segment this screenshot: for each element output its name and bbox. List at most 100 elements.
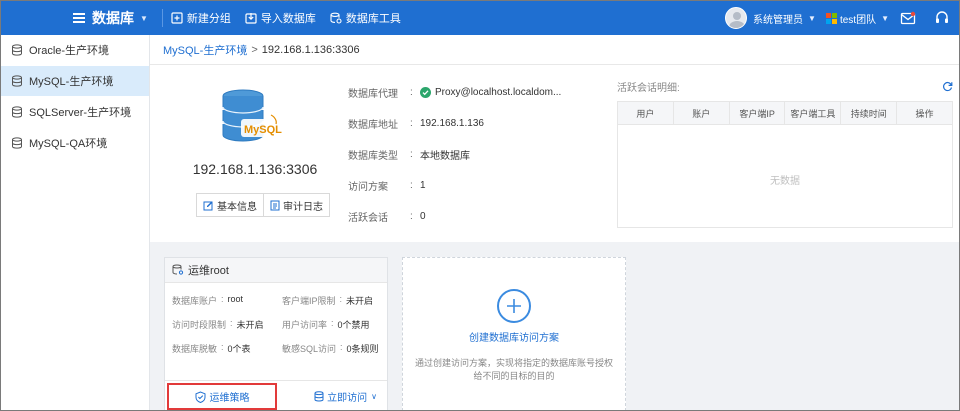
- import-database-button[interactable]: 导入数据库: [245, 10, 316, 26]
- refresh-icon[interactable]: [942, 81, 953, 92]
- property-colon: :: [410, 87, 413, 98]
- property-key: 数据库地址: [348, 120, 398, 131]
- top-right-controls: 系统管理员 ▼ test团队 ▼: [725, 1, 959, 35]
- access-now-button[interactable]: 立即访问 ∨: [314, 389, 377, 404]
- column-header: 持续时间: [841, 102, 898, 124]
- field-key: 用户访问率: [282, 320, 328, 330]
- property-type: 数据库类型 : 本地数据库: [348, 147, 561, 162]
- database-tools-label: 数据库工具: [345, 13, 401, 25]
- field-value: 0条规则: [346, 344, 379, 354]
- sidebar-item-oracle-prod[interactable]: Oracle-生产环境: [1, 35, 149, 65]
- import-icon: [245, 13, 257, 24]
- column-header: 账户: [674, 102, 730, 124]
- plus-icon[interactable]: [497, 289, 531, 323]
- field-masking: 数据库脱敏:0个表: [172, 342, 282, 355]
- database-icon: [12, 106, 22, 118]
- chevron-down-icon[interactable]: ▼: [881, 14, 889, 23]
- sessions-table: 用户 账户 客户端IP 客户端工具 持续时间 操作 无数据: [617, 101, 953, 228]
- menu-icon[interactable]: [73, 13, 85, 23]
- chevron-down-icon[interactable]: ∨: [371, 392, 377, 401]
- property-key: 数据库类型: [348, 151, 398, 162]
- top-bar: 数据库 ▼ 新建分组 导入数据库 数据库工具 系统管理员 ▼ test团队 ▼: [1, 1, 959, 35]
- account-card: 运维root 数据库账户: root 客户端IP限制: 未开启 访问时段限制: 未开启…: [164, 257, 388, 410]
- column-header: 客户端IP: [730, 102, 786, 124]
- import-database-label: 导入数据库: [260, 13, 316, 25]
- divider: [161, 9, 163, 27]
- property-value: Proxy@localhost.localdom...: [420, 87, 561, 98]
- chevron-down-icon[interactable]: ▼: [808, 14, 816, 23]
- field-key: 敏感SQL访问: [282, 344, 337, 354]
- team-menu[interactable]: test团队: [840, 11, 876, 26]
- check-icon: [420, 87, 431, 98]
- sidebar: Oracle-生产环境 MySQL-生产环境 SQLServer-生产环境 My…: [1, 35, 150, 410]
- app-frame: 数据库 ▼ 新建分组 导入数据库 数据库工具 系统管理员 ▼ test团队 ▼: [0, 0, 960, 411]
- basic-info-label: 基本信息: [217, 201, 257, 213]
- breadcrumb: MySQL-生产环境 > 192.168.1.136:3306: [150, 35, 959, 65]
- headset-icon[interactable]: [925, 1, 959, 35]
- user-menu[interactable]: 系统管理员: [753, 11, 803, 26]
- document-icon: [270, 200, 280, 210]
- field-colon: :: [339, 294, 343, 304]
- database-icon: [314, 391, 324, 402]
- field-colon: :: [331, 318, 334, 328]
- mysql-database-icon: MySQL: [213, 87, 283, 149]
- property-value: 本地数据库: [420, 151, 470, 162]
- module-title: 数据库: [92, 10, 134, 26]
- breadcrumb-separator: >: [251, 43, 258, 56]
- audit-log-button[interactable]: 审计日志: [263, 194, 329, 216]
- database-tools-button[interactable]: 数据库工具: [330, 10, 401, 26]
- database-tools-icon: [330, 12, 342, 24]
- field-colon: :: [340, 342, 343, 352]
- property-value: 192.168.1.136: [420, 118, 484, 129]
- property-address: 数据库地址 : 192.168.1.136: [348, 116, 561, 131]
- ops-policy-button[interactable]: 运维策略: [167, 383, 277, 410]
- create-access-plan-link[interactable]: 创建数据库访问方案: [469, 329, 559, 344]
- sidebar-item-label: SQLServer-生产环境: [29, 107, 132, 119]
- sessions-title: 活跃会话明细:: [617, 82, 680, 94]
- database-properties: 数据库代理 : Proxy@localhost.localdom... 数据库地…: [348, 85, 561, 240]
- field-value: 未开启: [236, 320, 264, 330]
- account-fields: 数据库账户: root 客户端IP限制: 未开启 访问时段限制: 未开启 用户访问率:…: [165, 283, 387, 355]
- basic-info-button[interactable]: 基本信息: [197, 194, 263, 216]
- team-icon: [825, 13, 837, 24]
- property-active-sessions: 活跃会话 : 0: [348, 209, 561, 224]
- database-icon: [12, 44, 22, 56]
- property-value: 0: [420, 211, 426, 222]
- module-switcher[interactable]: 数据库 ▼: [1, 1, 158, 35]
- field-key: 数据库账户: [172, 296, 218, 306]
- field-value: root: [227, 294, 244, 304]
- property-key: 活跃会话: [348, 213, 388, 224]
- database-actions: 基本信息 审计日志: [196, 193, 330, 217]
- account-card-title: 运维root: [188, 265, 229, 277]
- field-db-account: 数据库账户: root: [172, 294, 282, 307]
- field-colon: :: [221, 294, 224, 304]
- empty-state: 无数据: [770, 176, 800, 187]
- mysql-logo-text: MySQL: [244, 124, 282, 136]
- create-access-plan-card[interactable]: 创建数据库访问方案 通过创建访问方案，实现将指定的数据库账号授权给不同的目标的目…: [402, 257, 626, 410]
- avatar[interactable]: [725, 7, 748, 29]
- field-user-access: 用户访问率:0个禁用: [282, 318, 392, 331]
- main-content: MySQL-生产环境 > 192.168.1.136:3306 MySQL 19…: [150, 35, 959, 410]
- field-value: 0个表: [227, 344, 251, 354]
- property-colon: :: [410, 149, 413, 160]
- chevron-down-icon: ▼: [140, 13, 148, 23]
- breadcrumb-parent-link[interactable]: MySQL-生产环境: [163, 42, 247, 58]
- new-group-button[interactable]: 新建分组: [171, 10, 231, 26]
- sidebar-item-mysql-qa[interactable]: MySQL-QA环境: [1, 128, 149, 158]
- field-colon: :: [230, 318, 233, 328]
- field-value: 0个禁用: [337, 320, 370, 330]
- shield-icon: [195, 390, 205, 403]
- sidebar-item-label: MySQL-QA环境: [29, 138, 108, 150]
- field-key: 客户端IP限制: [282, 296, 336, 306]
- property-proxy: 数据库代理 : Proxy@localhost.localdom...: [348, 85, 561, 100]
- sidebar-item-mysql-prod[interactable]: MySQL-生产环境: [1, 66, 149, 96]
- sessions-header: 活跃会话明细:: [617, 79, 953, 94]
- message-icon[interactable]: [891, 1, 925, 35]
- sidebar-item-label: Oracle-生产环境: [29, 45, 110, 57]
- field-time-limit: 访问时段限制: 未开启: [172, 318, 282, 331]
- property-colon: :: [410, 118, 413, 129]
- edit-icon: [203, 201, 213, 210]
- field-client-ip-limit: 客户端IP限制: 未开启: [282, 294, 392, 307]
- sidebar-item-label: MySQL-生产环境: [29, 76, 114, 88]
- sidebar-item-sqlserver-prod[interactable]: SQLServer-生产环境: [1, 97, 149, 127]
